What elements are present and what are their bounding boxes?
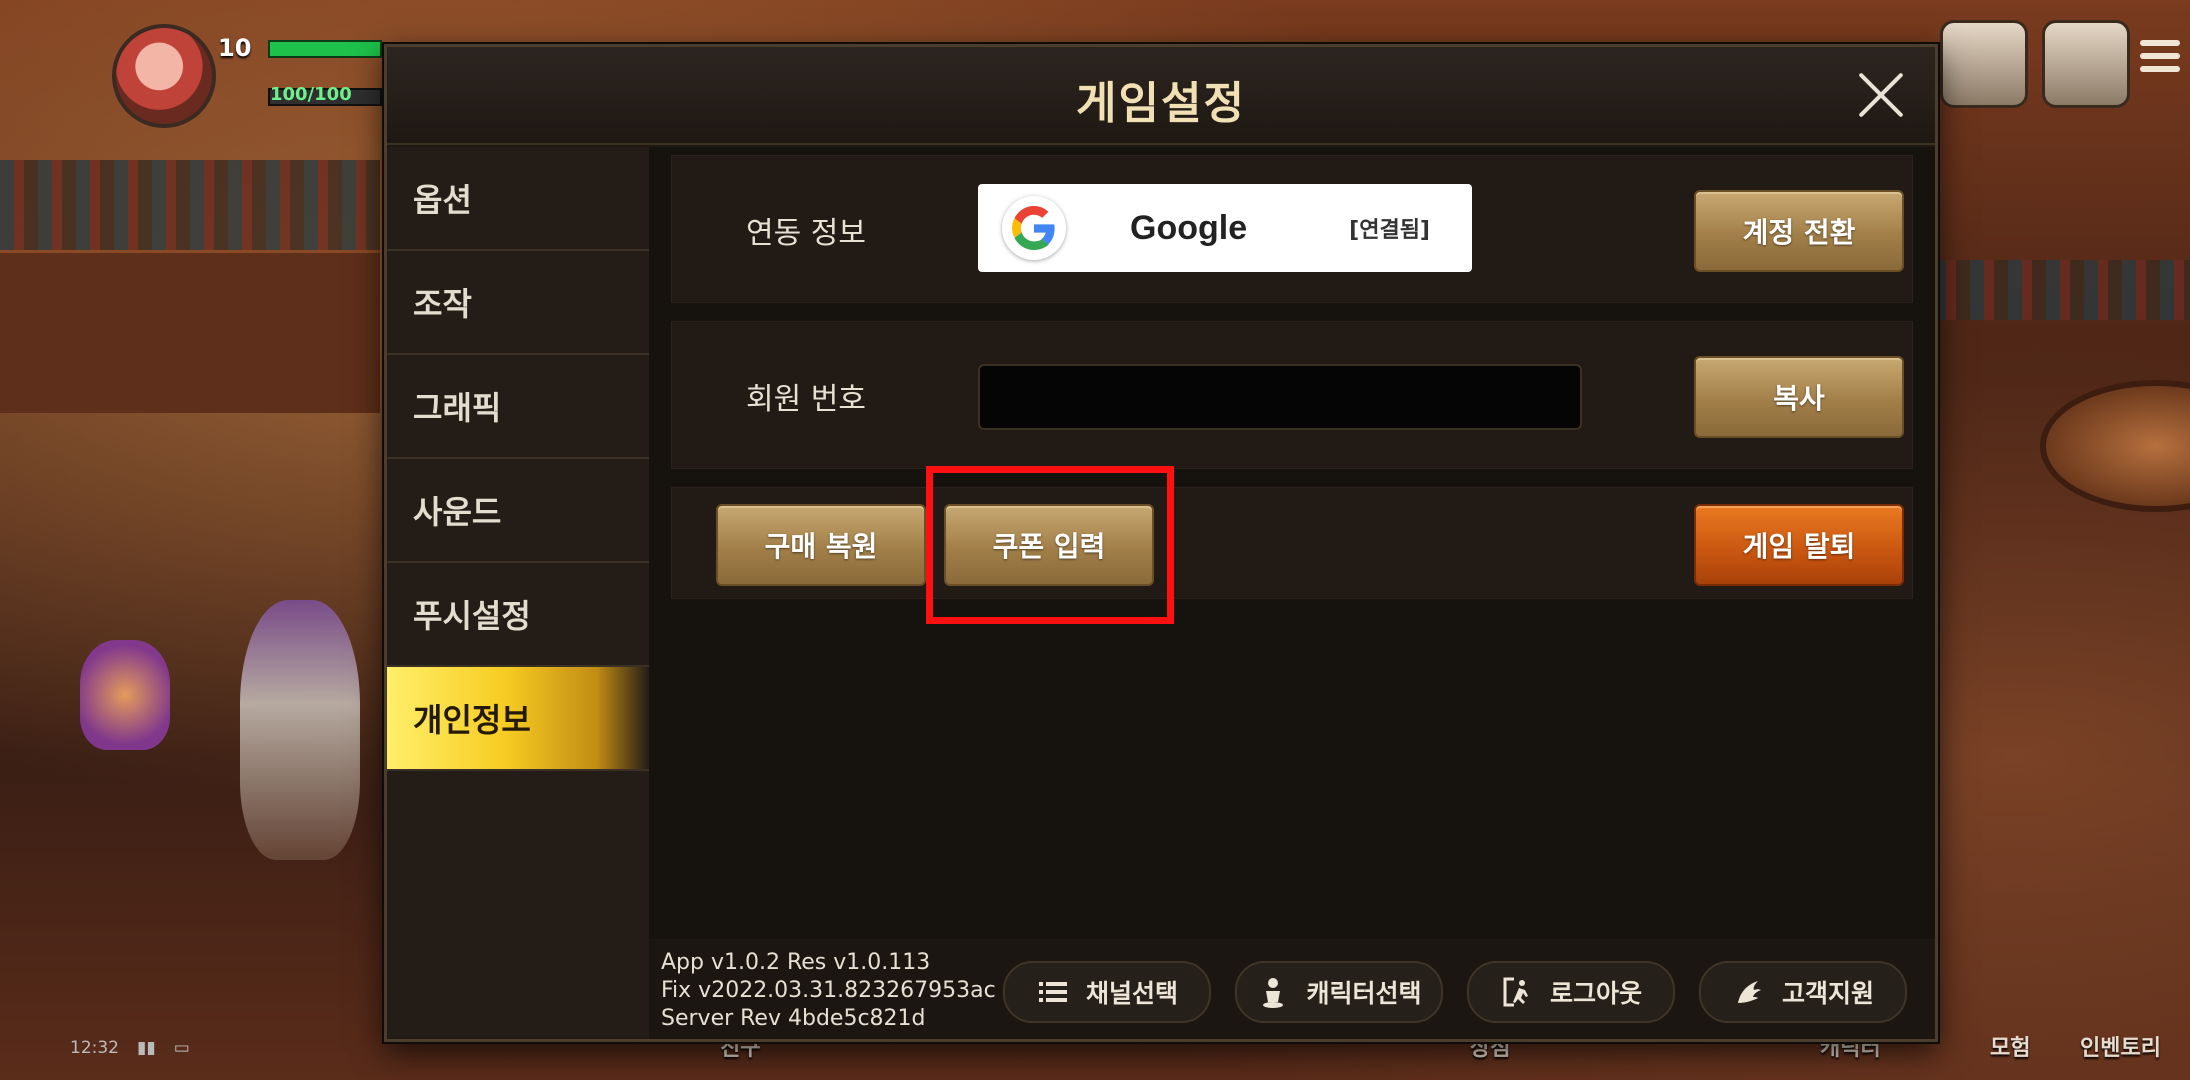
settings-sidebar: 옵션 조작 그래픽 사운드 푸시설정 개인정보 — [387, 147, 649, 1039]
battery-icon: ▭ — [173, 1038, 190, 1058]
character-icon — [1263, 978, 1284, 1008]
character-select-label: 캐릭터선택 — [1306, 979, 1422, 1008]
player-avatar[interactable] — [112, 24, 216, 128]
sidebar-item-graphics[interactable]: 그래픽 — [387, 355, 649, 459]
background-bottles — [0, 160, 380, 250]
status-time: 12:32 — [70, 1038, 119, 1058]
member-number-field[interactable] — [978, 364, 1582, 430]
top-right-icons — [1940, 20, 2130, 108]
close-icon[interactable] — [1855, 69, 1907, 121]
member-number-label: 회원 번호 — [746, 382, 866, 417]
switch-account-button[interactable]: 계정 전환 — [1694, 190, 1904, 272]
customer-support-label: 고객지원 — [1781, 979, 1874, 1008]
restore-purchase-button[interactable]: 구매 복원 — [716, 504, 926, 586]
device-status-bar: 12:32 ▮▮ ▭ — [70, 1038, 190, 1058]
mp-text: 100/100 — [270, 84, 352, 105]
version-app: App v1.0.2 Res v1.0.113 — [661, 950, 931, 975]
background-bottles — [1932, 260, 2190, 320]
background-character — [80, 640, 170, 750]
sidebar-item-sound[interactable]: 사운드 — [387, 459, 649, 563]
coupon-highlight-box — [926, 466, 1174, 624]
support-icon — [1737, 981, 1761, 1003]
hp-bar — [268, 40, 382, 58]
channel-select-button[interactable]: 채널선택 — [1003, 961, 1211, 1023]
google-icon — [1002, 196, 1066, 260]
withdraw-game-button[interactable]: 게임 탈퇴 — [1694, 504, 1904, 586]
signal-icon: ▮▮ — [137, 1038, 156, 1058]
sidebar-item-controls[interactable]: 조작 — [387, 251, 649, 355]
provider-name: Google — [1130, 208, 1248, 247]
version-info: App v1.0.2 Res v1.0.113 Fix v2022.03.31.… — [661, 949, 996, 1033]
character-select-button[interactable]: 캐릭터선택 — [1235, 961, 1443, 1023]
google-account-box: Google [연결됨] — [978, 184, 1472, 272]
dialog-title: 게임설정 — [1076, 78, 1246, 129]
sidebar-item-privacy[interactable]: 개인정보 — [387, 667, 649, 771]
sidebar-item-options[interactable]: 옵션 — [387, 147, 649, 251]
main-menu-icon[interactable] — [2140, 40, 2180, 79]
customer-support-button[interactable]: 고객지원 — [1699, 961, 1907, 1023]
logout-icon — [1503, 977, 1528, 1007]
channel-select-label: 채널선택 — [1085, 979, 1178, 1008]
bottom-nav-adventure[interactable]: 모험 — [1990, 1030, 2030, 1062]
version-server: Server Rev 4bde5c821d — [661, 1006, 926, 1031]
link-status: [연결됨] — [1349, 218, 1430, 243]
linked-account-label: 연동 정보 — [746, 216, 866, 251]
member-number-row: 회원 번호 복사 — [671, 321, 1913, 469]
background-character — [240, 600, 360, 860]
logout-label: 로그아웃 — [1549, 979, 1642, 1008]
logout-button[interactable]: 로그아웃 — [1467, 961, 1675, 1023]
version-fix: Fix v2022.03.31.823267953ac — [661, 978, 996, 1003]
bottom-nav-inventory[interactable]: 인벤토리 — [2080, 1030, 2161, 1062]
copy-button[interactable]: 복사 — [1694, 356, 1904, 438]
player-level: 10 — [218, 34, 252, 62]
privacy-content-panel: 연동 정보 Google [연결됨] 계정 전환 회원 번호 복사 구매 복원 … — [649, 147, 1935, 939]
event-icon[interactable] — [2042, 20, 2130, 108]
mail-icon[interactable] — [1940, 20, 2028, 108]
sidebar-item-push[interactable]: 푸시설정 — [387, 563, 649, 667]
dialog-footer: App v1.0.2 Res v1.0.113 Fix v2022.03.31.… — [649, 939, 1935, 1039]
dialog-header: 게임설정 — [387, 47, 1935, 145]
account-actions-row: 구매 복원 쿠폰 입력 게임 탈퇴 — [671, 487, 1913, 599]
list-icon — [1038, 982, 1067, 1002]
linked-account-row: 연동 정보 Google [연결됨] 계정 전환 — [671, 155, 1913, 303]
background-shelf — [0, 250, 380, 413]
